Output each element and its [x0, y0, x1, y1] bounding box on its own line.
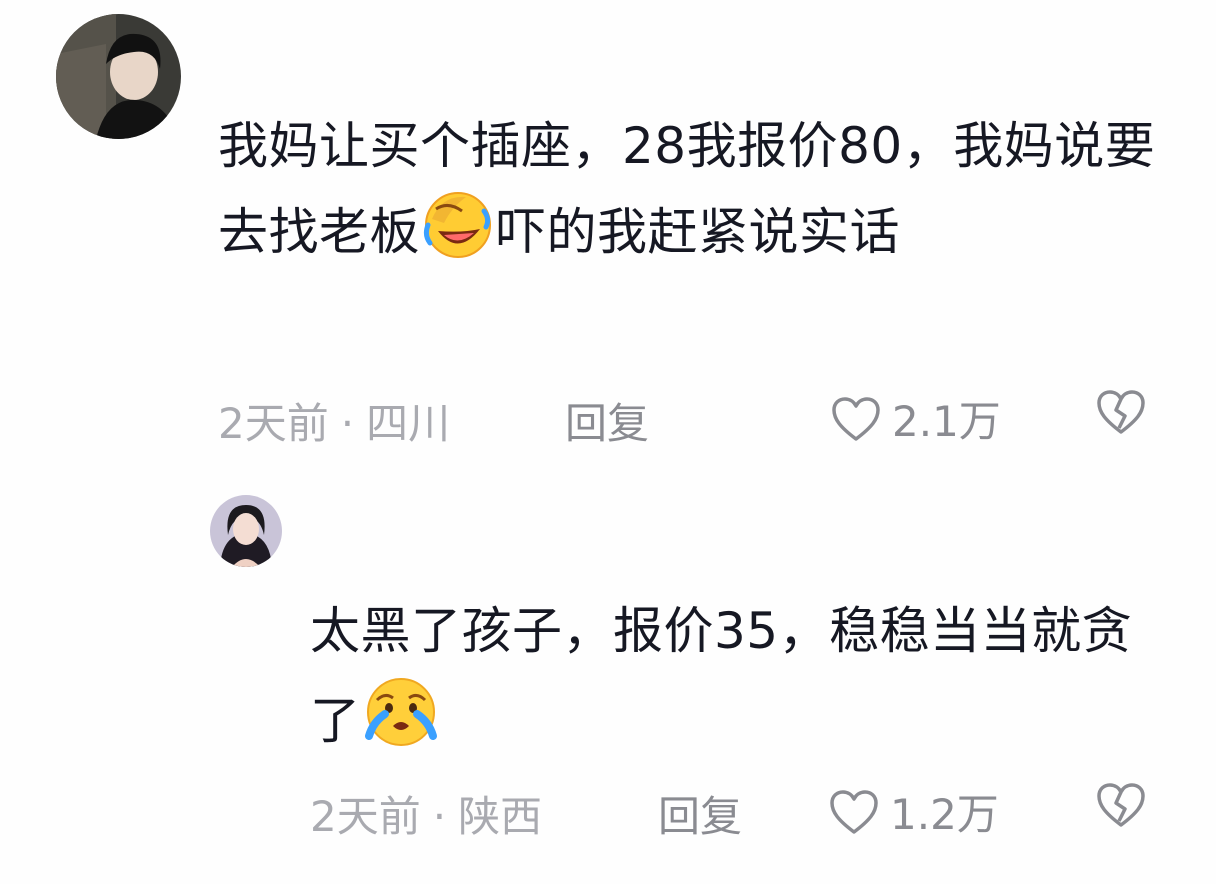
crying-emoji — [363, 674, 439, 776]
broken-heart-icon — [1097, 390, 1145, 434]
meta-separator: · — [432, 792, 447, 841]
reply-button[interactable]: 回复 — [658, 783, 742, 844]
like-button[interactable]: 2.1万 — [830, 388, 1001, 449]
reply-text: 太黑了孩子，报价35，稳稳当当就贪了 — [310, 588, 1170, 776]
reply-time: 2天前 — [310, 792, 421, 841]
reply-button[interactable]: 回复 — [565, 390, 649, 451]
comment-location: 四川 — [366, 399, 451, 448]
broken-heart-icon — [1097, 783, 1145, 827]
heart-icon — [832, 396, 880, 441]
dislike-button[interactable] — [1095, 781, 1147, 833]
rofl-emoji — [422, 189, 494, 287]
comment-time: 2天前 — [218, 399, 329, 448]
like-button[interactable]: 1.2万 — [828, 781, 999, 842]
comment-avatar[interactable] — [56, 14, 181, 139]
like-count: 1.2万 — [890, 790, 999, 839]
reply-meta: 2天前 · 陕西 — [310, 783, 542, 844]
like-count: 2.1万 — [892, 397, 1001, 446]
reply-location: 陕西 — [458, 792, 543, 841]
meta-separator: · — [340, 399, 355, 448]
heart-icon — [830, 789, 878, 834]
comment-text: 我妈让买个插座，28我报价80，我妈说要去找老板 吓的我赶紧说实话 — [218, 103, 1158, 287]
comment-text-after: 吓的我赶紧说实话 — [496, 203, 900, 261]
reply-avatar[interactable] — [210, 495, 282, 567]
comment-meta: 2天前 · 四川 — [218, 390, 450, 451]
dislike-button[interactable] — [1095, 388, 1147, 440]
